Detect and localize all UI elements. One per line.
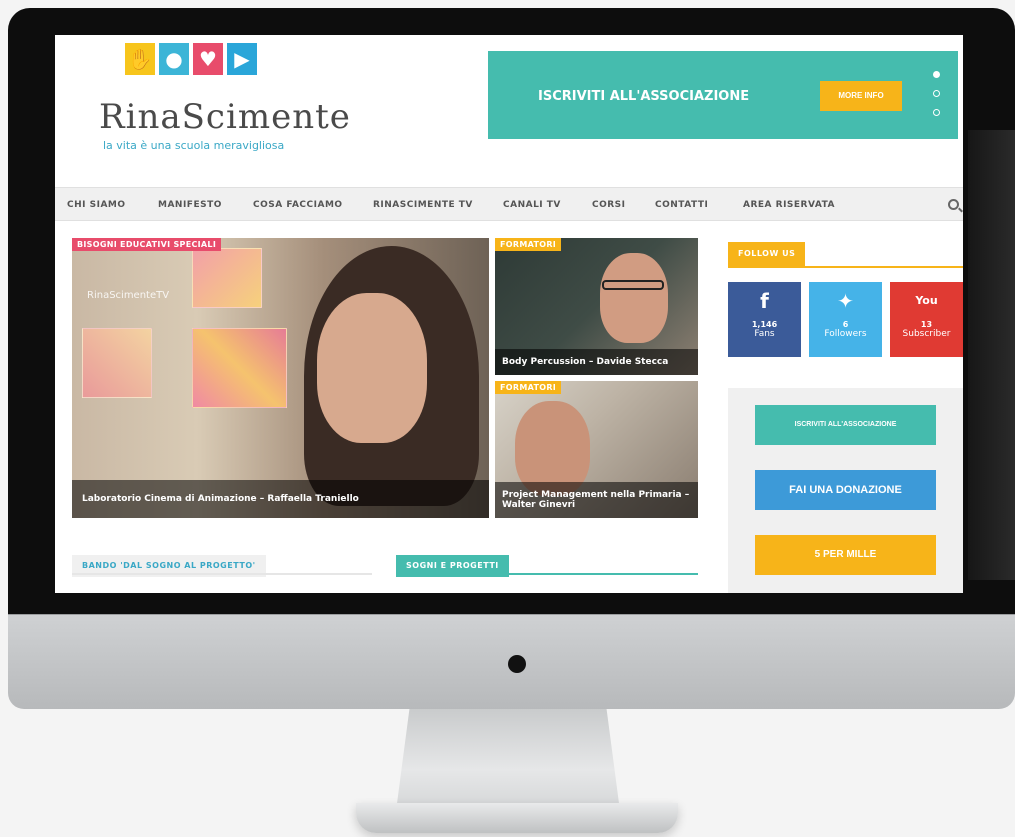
youtube-icon: You	[915, 294, 938, 307]
sidebar-actions: ISCRIVITI ALL'ASSOCIAZIONE FAI UNA DONAZ…	[728, 388, 963, 593]
facebook-card[interactable]: f 1,146 Fans	[728, 282, 801, 357]
follow-us-label: FOLLOW US	[728, 242, 806, 266]
apple-logo-icon	[508, 655, 526, 673]
person-face	[317, 293, 427, 443]
nav-item-area-riservata[interactable]: AREA RISERVATA	[743, 188, 835, 222]
featured-caption[interactable]: Body Percussion – Davide Stecca	[495, 349, 698, 375]
nav-item-corsi[interactable]: CORSI	[592, 188, 626, 222]
site-logo[interactable]: ✋ ● ♥ ▶ RinaScimente la vita è una scuol…	[85, 35, 350, 175]
logo-icons: ✋ ● ♥ ▶	[125, 43, 257, 75]
featured-caption[interactable]: Laboratorio Cinema di Animazione – Raffa…	[72, 480, 489, 518]
speech-bubble-icon: ●	[159, 43, 189, 75]
main-nav: CHI SIAMO MANIFESTO COSA FACCIAMO RINASC…	[55, 187, 963, 221]
pager-dot-1[interactable]	[933, 71, 940, 78]
social-unit: Subscriber	[902, 329, 951, 339]
browser-screen: ✋ ● ♥ ▶ RinaScimente la vita è una scuol…	[55, 35, 963, 593]
nav-item-rinascimente-tv[interactable]: RINASCIMENTE TV	[373, 188, 473, 222]
more-info-button[interactable]: MORE INFO	[820, 81, 902, 111]
follow-us-header: FOLLOW US	[728, 242, 963, 268]
monitor-foot	[356, 803, 678, 833]
join-banner[interactable]: ISCRIVITI ALL'ASSOCIAZIONE MORE INFO	[488, 51, 958, 139]
section-rule	[396, 573, 698, 575]
pager-dot-2[interactable]	[933, 90, 940, 97]
twitter-card[interactable]: ✦ 6 Followers	[809, 282, 882, 357]
featured-caption[interactable]: Project Management nella Primaria – Walt…	[495, 482, 698, 518]
twitter-icon: ✦	[837, 289, 854, 313]
banner-title: ISCRIVITI ALL'ASSOCIAZIONE	[538, 89, 750, 104]
social-unit: Followers	[824, 329, 867, 339]
nav-item-manifesto[interactable]: MANIFESTO	[158, 188, 222, 222]
banner-pager	[933, 71, 940, 116]
nav-item-canali-tv[interactable]: CANALI TV	[503, 188, 561, 222]
monitor-reflection	[968, 130, 1015, 580]
social-count: 6	[842, 320, 849, 329]
hand-icon: ✋	[125, 43, 155, 75]
heart-icon: ♥	[193, 43, 223, 75]
featured-top-right[interactable]: FORMATORI Body Percussion – Davide Stecc…	[495, 238, 698, 375]
social-unit: Fans	[754, 329, 775, 339]
category-tag[interactable]: FORMATORI	[495, 381, 562, 394]
person-face	[600, 253, 668, 343]
social-count: 1,146	[751, 320, 778, 329]
follow-us-rule	[728, 266, 963, 268]
donate-button[interactable]: FAI UNA DONAZIONE	[755, 470, 936, 510]
featured-main[interactable]: RinaScimenteTV BISOGNI EDUCATIVI SPECIAL…	[72, 238, 489, 518]
pager-dot-3[interactable]	[933, 109, 940, 116]
nav-item-chi-siamo[interactable]: CHI SIAMO	[67, 188, 126, 222]
monitor-stand	[396, 709, 620, 811]
section-sogni: SOGNI E PROGETTI	[396, 553, 698, 577]
nav-item-cosa-facciamo[interactable]: COSA FACCIAMO	[253, 188, 343, 222]
background-painting	[192, 328, 287, 408]
facebook-icon: f	[760, 289, 769, 313]
background-painting	[82, 328, 152, 398]
play-icon: ▶	[227, 43, 257, 75]
youtube-card[interactable]: You 13 Subscriber	[890, 282, 963, 357]
section-bando: BANDO 'DAL SOGNO AL PROGETTO'	[72, 553, 372, 577]
glasses	[602, 280, 664, 290]
section-rule	[72, 573, 372, 575]
category-tag[interactable]: FORMATORI	[495, 238, 562, 251]
logo-tagline: la vita è una scuola meravigliosa	[103, 139, 285, 152]
background-painting	[192, 248, 262, 308]
join-association-button[interactable]: ISCRIVITI ALL'ASSOCIAZIONE	[755, 405, 936, 445]
social-count: 13	[920, 320, 933, 329]
logo-text: RinaScimente	[99, 97, 351, 137]
five-per-mille-button[interactable]: 5 PER MILLE	[755, 535, 936, 575]
search-icon[interactable]	[948, 199, 959, 210]
category-tag[interactable]: BISOGNI EDUCATIVI SPECIALI	[72, 238, 222, 251]
nav-item-contatti[interactable]: CONTATTI	[655, 188, 708, 222]
stage: ✋ ● ♥ ▶ RinaScimente la vita è una scuol…	[0, 0, 1015, 837]
featured-bottom-right[interactable]: FORMATORI Project Management nella Prima…	[495, 381, 698, 518]
video-watermark: RinaScimenteTV	[87, 290, 170, 301]
